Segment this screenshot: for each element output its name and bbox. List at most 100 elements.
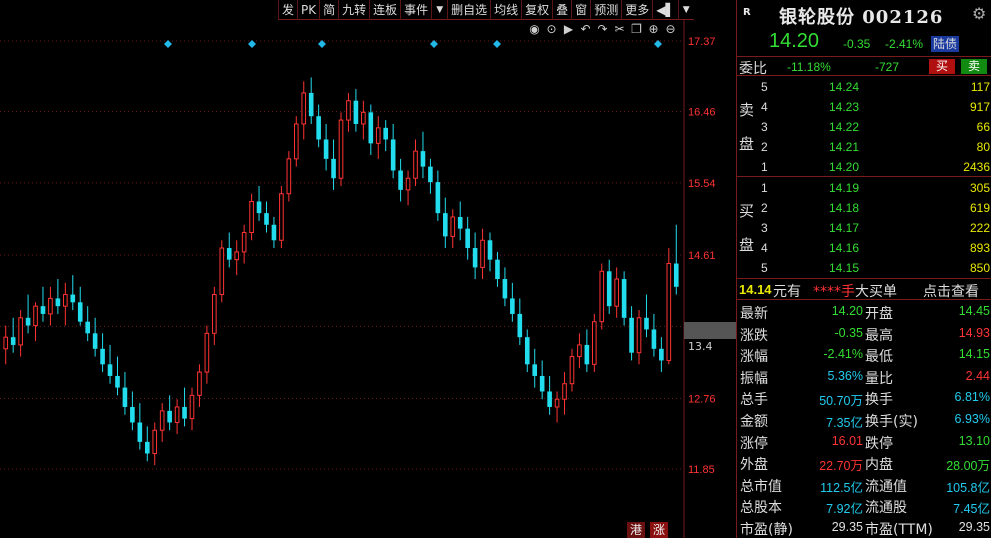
stats-label: 外盘	[740, 457, 768, 474]
candle-body	[673, 263, 679, 287]
big-order-row[interactable]: 14.14 元有 ****手 大买单 点击查看	[737, 280, 991, 300]
big-order-yuan: 元有	[773, 284, 801, 300]
sell-book-level: 1	[761, 160, 768, 174]
toolbar-item-8[interactable]: 均线	[490, 0, 521, 20]
buy-book-volume: 893	[969, 241, 990, 255]
candle-body	[562, 383, 567, 400]
candle-body	[569, 356, 575, 385]
toolbar-item-5[interactable]: 事件	[400, 0, 431, 20]
copy-icon[interactable]: ❐	[629, 22, 644, 37]
candle-body	[442, 213, 448, 237]
sell-book-row[interactable]: 4 14.23 917	[737, 97, 991, 117]
sell-book-row[interactable]: 5 14.24 117	[737, 77, 991, 97]
buy-book-row[interactable]: 2 14.18 619	[737, 198, 991, 218]
candle-body	[539, 375, 545, 392]
toolbar-item-4[interactable]: 连板	[369, 0, 400, 20]
kline-chart-pane[interactable]: 17.3716.4615.5414.6113.6912.7611.85 发PK简…	[0, 0, 736, 538]
toolbar-item-15[interactable]: ▼	[677, 0, 694, 20]
stats-value: 29.35	[831, 520, 863, 534]
scissors-icon[interactable]: ✂	[612, 22, 627, 37]
candle-body	[368, 112, 374, 144]
price-change: -0.35	[843, 37, 871, 51]
toolbar-item-10[interactable]: 叠	[552, 0, 571, 20]
weibi-diff: -727	[875, 60, 900, 74]
candle-body	[197, 371, 202, 396]
stats-row: 总手 50.70万 换手 6.81%	[737, 387, 991, 409]
toolbar-item-1[interactable]: PK	[297, 0, 319, 20]
candle-body	[33, 305, 38, 327]
candle-body	[264, 213, 269, 225]
stats-label: 振幅	[740, 370, 768, 387]
candle-body	[577, 344, 582, 358]
candle-body	[599, 270, 605, 323]
sell-book-row[interactable]: 3 14.22 66	[737, 117, 991, 137]
buy-book-row[interactable]: 4 14.16 893	[737, 238, 991, 258]
plus-icon[interactable]: ⊕	[646, 22, 661, 37]
candle-body	[293, 123, 299, 160]
gear-icon[interactable]: ⚙	[972, 4, 986, 23]
candle-body	[636, 317, 642, 354]
candle-body	[249, 201, 254, 234]
toolbar-item-2[interactable]: 简	[319, 0, 338, 20]
candle-body	[256, 201, 262, 214]
toolbar-item-14[interactable]: ◀▌	[652, 0, 677, 20]
zoom-icon[interactable]: ⊙	[544, 22, 559, 37]
stats-row: 市盈(静) 29.35 市盈(TTM) 29.35	[737, 517, 991, 538]
exchange-badge[interactable]: 陆债	[931, 36, 960, 52]
stats-row: 涨跌 -0.35 最高 14.93	[737, 323, 991, 345]
candle-body	[331, 158, 336, 179]
buy-book-row[interactable]: 3 14.17 222	[737, 218, 991, 238]
eye-icon[interactable]: ◉	[527, 22, 542, 37]
candle-body	[234, 251, 240, 261]
stats-label: 最新	[740, 306, 768, 322]
buy-book-row[interactable]: 1 14.19 305	[737, 178, 991, 198]
candle-body	[629, 317, 634, 353]
view-details-link[interactable]: 点击查看	[923, 281, 979, 301]
undo-icon[interactable]: ↶	[578, 22, 593, 37]
toolbar-item-7[interactable]: 删自选	[447, 0, 490, 20]
buy-book-price: 14.15	[829, 261, 860, 275]
toolbar-item-6[interactable]: ▼	[431, 0, 447, 20]
buy-book-price: 14.16	[829, 241, 860, 255]
buy-book-level: 1	[761, 181, 768, 195]
toolbar-item-12[interactable]: 预测	[590, 0, 621, 20]
minus-icon[interactable]: ⊖	[663, 22, 678, 37]
candle-body	[122, 387, 128, 407]
weibi-label: 委比	[739, 61, 767, 77]
toolbar-item-9[interactable]: 复权	[521, 0, 552, 20]
sell-book-row[interactable]: 2 14.21 80	[737, 137, 991, 157]
toolbar-item-11[interactable]: 窗	[571, 0, 590, 20]
buy-book-volume: 305	[969, 181, 990, 195]
sell-button[interactable]: 卖	[961, 59, 987, 74]
candlestick-chart[interactable]: 17.3716.4615.5414.6113.6912.7611.85	[0, 0, 736, 538]
big-order-price: 14.14	[739, 282, 772, 297]
stats-label: 总市值	[740, 478, 782, 495]
candle-body	[174, 406, 180, 423]
candle-body	[3, 336, 9, 350]
hk-tag[interactable]: 港	[627, 522, 645, 538]
sell-book-row[interactable]: 1 14.20 2436	[737, 157, 991, 177]
stats-label: 最高	[865, 327, 893, 344]
candle-body	[606, 271, 612, 307]
buy-button[interactable]: 买	[929, 59, 955, 74]
candle-body	[666, 263, 672, 361]
sell-book-volume: 66	[976, 120, 990, 134]
buy-book-row[interactable]: 5 14.15 850	[737, 258, 991, 278]
stats-value: 112.5亿	[820, 480, 863, 495]
sell-order-book: 卖 盘 5 14.24 117 4 14.23 917 3 14.22 66 2 14.21 80 1 1…	[737, 77, 991, 177]
toolbar-item-3[interactable]: 九转	[338, 0, 369, 20]
toolbar-item-0[interactable]: 发	[278, 0, 297, 20]
candle-body	[413, 150, 418, 179]
stats-value: 22.70万	[819, 459, 863, 474]
candle-body	[92, 333, 98, 349]
stats-row: 振幅 5.36% 量比 2.44	[737, 366, 991, 388]
stock-name: 银轮股份 002126	[779, 7, 944, 28]
rise-tag[interactable]: 涨	[650, 522, 668, 538]
redo-icon[interactable]: ↷	[595, 22, 610, 37]
play-icon[interactable]: ▶	[561, 22, 576, 37]
toolbar-item-13[interactable]: 更多	[621, 0, 652, 20]
candle-body	[495, 259, 500, 280]
event-diamond-icon	[493, 40, 501, 48]
candle-body	[450, 216, 456, 237]
stats-label: 量比	[865, 370, 893, 387]
